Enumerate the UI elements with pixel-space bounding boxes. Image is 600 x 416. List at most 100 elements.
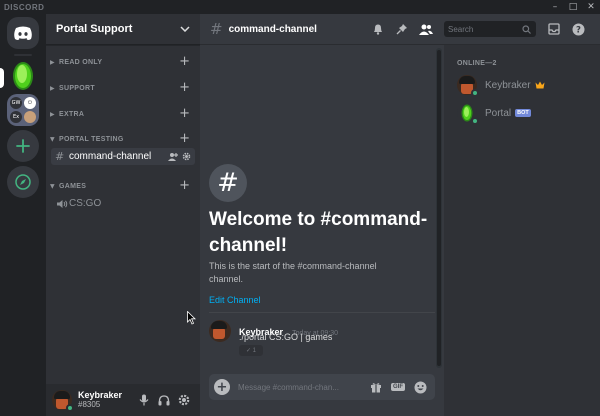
user-settings-button[interactable] bbox=[174, 390, 194, 410]
server-folder[interactable]: GW ⏻ Ex bbox=[7, 94, 39, 126]
channel-command-channel[interactable]: # command-channel bbox=[51, 148, 195, 165]
welcome-title: Welcome to #command-channel! bbox=[209, 209, 428, 256]
message-body: ./portal CS:GO | games bbox=[239, 332, 333, 342]
maximize-button[interactable]: □ bbox=[564, 0, 582, 14]
portal-server-icon bbox=[13, 62, 33, 90]
help-button[interactable]: ? bbox=[566, 19, 590, 39]
member-portal[interactable]: Portal BOT bbox=[457, 101, 597, 125]
category-label: PORTAL TESTING bbox=[59, 135, 124, 143]
member-keybraker[interactable]: Keybraker bbox=[457, 73, 597, 97]
message-reaction[interactable]: ✓ 1 bbox=[239, 345, 263, 356]
add-channel-icon[interactable]: + bbox=[179, 81, 190, 94]
mute-button[interactable] bbox=[134, 390, 154, 410]
server-portal-support[interactable] bbox=[7, 60, 39, 92]
speaker-icon bbox=[57, 199, 68, 208]
gear-icon bbox=[178, 394, 190, 406]
member-avatar bbox=[457, 103, 479, 125]
voice-channel-csgo[interactable]: CS:GO bbox=[51, 195, 195, 212]
hash-icon: # bbox=[55, 150, 65, 163]
close-button[interactable]: ✕ bbox=[582, 0, 600, 14]
help-icon: ? bbox=[572, 23, 584, 35]
title-bar: DISCORD – □ ✕ bbox=[0, 0, 600, 14]
search-icon bbox=[522, 24, 531, 34]
server-rail: GW ⏻ Ex bbox=[0, 14, 46, 416]
guild-header[interactable]: Portal Support bbox=[46, 14, 200, 45]
add-channel-icon[interactable]: + bbox=[179, 55, 190, 68]
members-icon bbox=[419, 24, 433, 35]
user-panel: Keybraker #8305 bbox=[46, 384, 200, 416]
member-category: ONLINE—2 bbox=[457, 60, 497, 67]
category-label: EXTRA bbox=[59, 110, 85, 118]
svg-text:?: ? bbox=[576, 25, 581, 35]
window-controls: – □ ✕ bbox=[546, 0, 600, 14]
gift-button[interactable] bbox=[366, 378, 386, 396]
channel-name: command-channel bbox=[69, 151, 152, 162]
message-avatar[interactable] bbox=[209, 320, 231, 342]
member-name: Keybraker bbox=[485, 79, 531, 91]
channel-sidebar: Portal Support ▶ READ ONLY + ▶ SUPPORT +… bbox=[46, 14, 200, 416]
rail-separator bbox=[14, 54, 32, 56]
edit-channel-link[interactable]: Edit Channel bbox=[209, 295, 261, 305]
discord-logo-icon bbox=[14, 26, 32, 40]
user-info[interactable]: Keybraker #8305 bbox=[78, 390, 134, 410]
folder-server-3: Ex bbox=[10, 111, 22, 123]
add-channel-icon[interactable]: + bbox=[179, 179, 190, 192]
folder-server-1: GW bbox=[10, 97, 22, 109]
headphones-icon bbox=[158, 394, 170, 405]
gif-label: GIF bbox=[391, 383, 405, 391]
compass-icon bbox=[15, 174, 31, 190]
welcome-subtitle: This is the start of the #command-channe… bbox=[209, 261, 377, 284]
mouse-cursor-icon bbox=[187, 311, 196, 325]
message-input[interactable] bbox=[238, 382, 364, 392]
notification-settings-button[interactable] bbox=[366, 19, 390, 39]
settings-gear-icon[interactable] bbox=[182, 152, 191, 161]
selected-server-indicator bbox=[0, 68, 4, 88]
scrollbar-thumb[interactable] bbox=[437, 50, 441, 366]
message-composer: + GIF bbox=[209, 374, 435, 400]
online-status-icon bbox=[471, 117, 479, 125]
collapse-arrow-icon: ▶ bbox=[50, 110, 55, 118]
online-status-icon bbox=[471, 89, 479, 97]
search-input[interactable] bbox=[448, 24, 522, 34]
chat-area: # command-channel Search ? # Welcome to … bbox=[200, 14, 600, 416]
category-label: GAMES bbox=[59, 182, 87, 190]
category-label: SUPPORT bbox=[59, 84, 95, 92]
chevron-down-icon bbox=[180, 26, 190, 32]
invite-icon[interactable] bbox=[168, 152, 178, 161]
member-avatar bbox=[457, 75, 479, 97]
home-button[interactable] bbox=[7, 17, 39, 49]
hash-icon: # bbox=[210, 20, 223, 38]
folder-server-2-icon: ⏻ bbox=[24, 97, 36, 109]
add-channel-icon[interactable]: + bbox=[179, 132, 190, 145]
pinned-messages-button[interactable] bbox=[390, 19, 414, 39]
emoji-button[interactable] bbox=[410, 378, 430, 396]
upload-button[interactable]: + bbox=[214, 379, 230, 395]
crown-icon bbox=[535, 81, 545, 89]
category-support[interactable]: ▶ SUPPORT + bbox=[46, 81, 200, 95]
explore-servers-button[interactable] bbox=[7, 166, 39, 198]
category-read-only[interactable]: ▶ READ ONLY + bbox=[46, 55, 200, 69]
member-name: Portal bbox=[485, 107, 512, 119]
avatar bbox=[209, 320, 231, 342]
bot-badge: BOT bbox=[515, 109, 531, 117]
category-portal-testing[interactable]: ▼ PORTAL TESTING + bbox=[46, 132, 200, 146]
add-server-button[interactable] bbox=[7, 130, 39, 162]
deafen-button[interactable] bbox=[154, 390, 174, 410]
app-brand: DISCORD bbox=[4, 2, 45, 12]
username: Keybraker bbox=[78, 390, 123, 400]
member-list-toggle[interactable] bbox=[414, 19, 438, 39]
user-avatar[interactable] bbox=[52, 390, 74, 412]
category-games[interactable]: ▼ GAMES + bbox=[46, 179, 200, 193]
add-channel-icon[interactable]: + bbox=[179, 107, 190, 120]
expand-arrow-icon: ▼ bbox=[50, 135, 55, 143]
category-extra[interactable]: ▶ EXTRA + bbox=[46, 107, 200, 121]
expand-arrow-icon: ▼ bbox=[50, 182, 55, 190]
folder-server-4-icon bbox=[24, 111, 36, 123]
search-box[interactable] bbox=[444, 21, 536, 37]
minimize-button[interactable]: – bbox=[546, 0, 564, 14]
gif-button[interactable]: GIF bbox=[388, 378, 408, 396]
guild-name: Portal Support bbox=[56, 23, 133, 35]
channel-name: CS:GO bbox=[69, 198, 102, 209]
header-channel-name: command-channel bbox=[228, 23, 317, 35]
inbox-button[interactable] bbox=[542, 19, 566, 39]
